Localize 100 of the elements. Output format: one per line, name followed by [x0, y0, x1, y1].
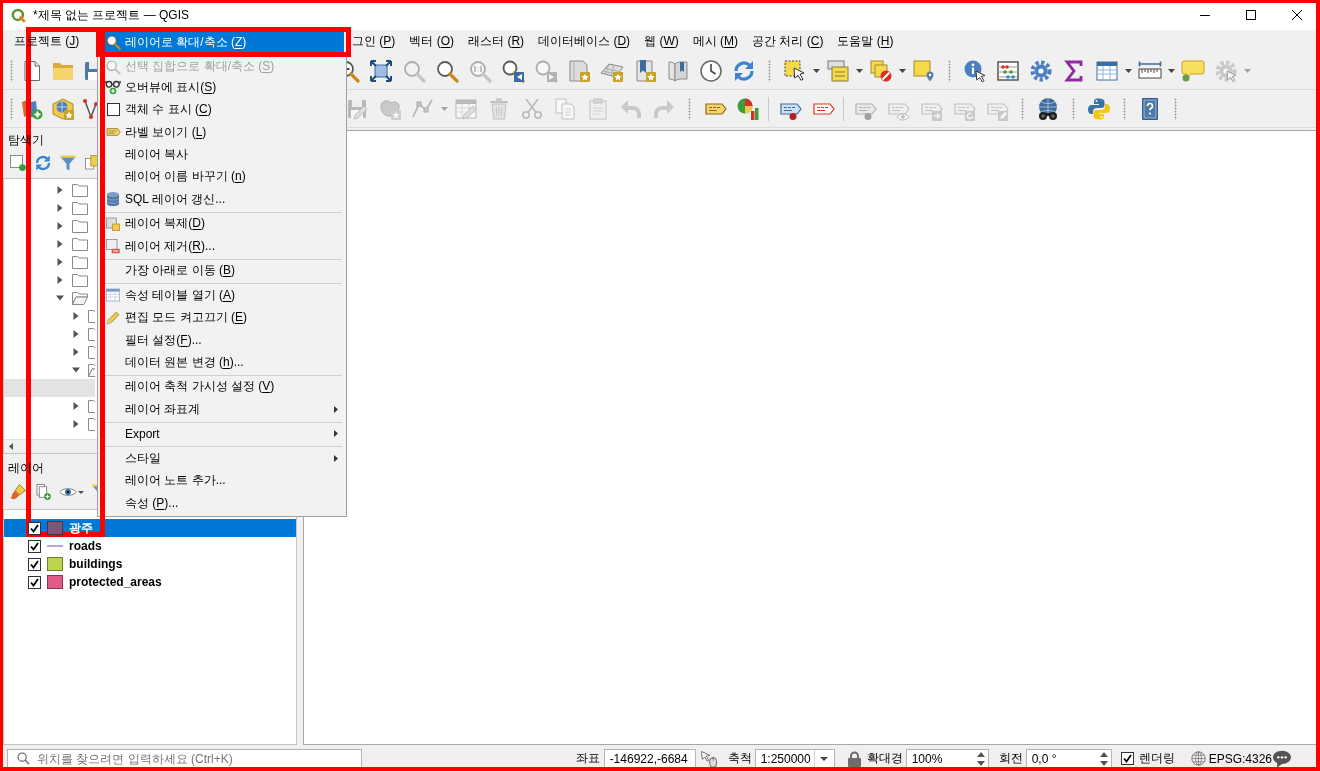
book-icon[interactable]: [665, 58, 690, 83]
clock-icon[interactable]: [698, 58, 723, 83]
add-square-icon[interactable]: [9, 154, 27, 172]
menu-item[interactable]: SQL 레이어 갱신...: [105, 188, 344, 211]
expander-arrow-icon[interactable]: [72, 366, 80, 374]
toolbar-grip[interactable]: [10, 97, 13, 120]
checkbox[interactable]: [28, 575, 41, 589]
speech-bubble-icon[interactable]: [1180, 58, 1205, 83]
square-pin-icon[interactable]: [911, 58, 936, 83]
lock-icon[interactable]: [847, 750, 861, 767]
map-sheet-icon[interactable]: [566, 58, 591, 83]
messages-icon[interactable]: [1272, 749, 1292, 768]
layer-item[interactable]: buildings: [4, 555, 123, 573]
expand-arrows-icon[interactable]: [368, 58, 393, 83]
menu-item[interactable]: 속성 (P)...: [105, 491, 344, 515]
spin-arrows-icon[interactable]: [1099, 751, 1108, 766]
menu-item[interactable]: 레이어 이름 바꾸기 (n): [105, 165, 344, 189]
menu-item[interactable]: 객체 수 표시 (C): [105, 98, 344, 121]
menu-item[interactable]: 데이터베이스 (D): [531, 32, 638, 50]
caret-icon[interactable]: [1124, 68, 1132, 73]
menu-item[interactable]: 도움말 (H): [830, 32, 901, 50]
menu-item[interactable]: 레이어 제거(R)...: [105, 235, 344, 258]
toolbar-grip[interactable]: [1071, 97, 1075, 120]
select-cursor-icon[interactable]: [782, 58, 807, 83]
toolbar-grip[interactable]: [1020, 97, 1024, 120]
checkbox[interactable]: [1120, 752, 1134, 765]
spin-arrows-icon[interactable]: [976, 751, 985, 766]
mouse-pointer-icon[interactable]: [699, 749, 718, 768]
menu-item[interactable]: 레이어 노트 추가...: [105, 469, 344, 492]
caret-icon[interactable]: [78, 490, 84, 494]
magnifier-spinbox[interactable]: 100%: [905, 748, 989, 769]
toolbar-grip[interactable]: [1173, 97, 1177, 120]
layer-item[interactable]: 광주: [4, 519, 296, 537]
menu-item[interactable]: 편집 모드 켜고끄기 (E): [105, 306, 344, 329]
scroll-left-icon[interactable]: [9, 443, 13, 450]
toolbar-grip[interactable]: [1122, 97, 1126, 120]
caret-icon[interactable]: [812, 68, 820, 73]
menu-item[interactable]: 오버뷰에 표시(S): [105, 76, 344, 99]
python-icon[interactable]: [1086, 96, 1111, 121]
menu-item[interactable]: 웹 (W): [637, 32, 686, 50]
tree-item[interactable]: [4, 379, 95, 397]
pie-chart-icon[interactable]: [735, 96, 760, 121]
add-group-icon[interactable]: [34, 483, 52, 501]
layer-item[interactable]: roads: [4, 537, 102, 555]
menu-item[interactable]: 필터 설정(F)...: [105, 328, 344, 352]
toolbar-grip[interactable]: [687, 97, 691, 120]
menu-item[interactable]: 라벨 보이기 (L): [105, 120, 344, 144]
search-field[interactable]: 위치를 찾으려면 입력하세요 (Ctrl+K): [7, 748, 362, 769]
rotation-spinbox[interactable]: 0,0 °: [1025, 748, 1112, 769]
expander-arrow-icon[interactable]: [56, 186, 64, 194]
expander-arrow-icon[interactable]: [56, 258, 64, 266]
expander-arrow-icon[interactable]: [72, 402, 80, 410]
checkbox[interactable]: [106, 103, 120, 117]
caret-icon[interactable]: [898, 68, 906, 73]
caret-icon[interactable]: [1167, 68, 1175, 73]
magnifier-back-icon[interactable]: [500, 58, 525, 83]
abacus-icon[interactable]: [995, 58, 1020, 83]
expander-arrow-icon[interactable]: [72, 420, 80, 428]
menu-item[interactable]: 레이어 축척 가시성 설정 (V): [105, 375, 344, 399]
checkbox[interactable]: [28, 557, 41, 571]
filter-icon[interactable]: [59, 154, 77, 172]
magnifier-icon[interactable]: [434, 58, 459, 83]
menu-item[interactable]: 레이어 복제(D): [105, 212, 344, 236]
expander-arrow-icon[interactable]: [56, 204, 64, 212]
menu-item[interactable]: 스타일: [105, 447, 344, 470]
toolbar-grip[interactable]: [947, 59, 951, 82]
expander-arrow-icon[interactable]: [56, 276, 64, 284]
paint-brush-icon[interactable]: [9, 483, 27, 501]
toolbar-grip[interactable]: [767, 59, 771, 82]
scale-combo[interactable]: 1:250000: [754, 748, 835, 769]
gear-icon[interactable]: [1028, 58, 1053, 83]
info-cursor-icon[interactable]: [962, 58, 987, 83]
expander-arrow-icon[interactable]: [56, 240, 64, 248]
menu-item[interactable]: 속성 테이블 열기 (A): [105, 283, 344, 307]
menu-item[interactable]: 데이터 원본 변경 (h)...: [105, 351, 344, 374]
refresh-icon[interactable]: [34, 154, 52, 172]
menu-item[interactable]: 래스터 (R): [461, 32, 532, 50]
menu-item[interactable]: 레이어 복사: [105, 143, 344, 166]
checkbox[interactable]: [28, 539, 41, 553]
refresh-icon[interactable]: [731, 58, 756, 83]
menu-item[interactable]: 공간 처리 (C): [745, 32, 831, 50]
menu-item[interactable]: 가장 아래로 이동 (B): [105, 259, 344, 282]
stacked-rectangles-icon[interactable]: [825, 58, 850, 83]
expander-arrow-icon[interactable]: [72, 348, 80, 356]
coordinate-field[interactable]: -146922,-6684: [603, 748, 696, 769]
menu-item[interactable]: 벡터 (O): [402, 32, 462, 50]
menu-item[interactable]: 메시 (M): [685, 32, 746, 50]
menu-item[interactable]: 레이어로 확대/축소 (Z): [105, 32, 344, 52]
globe-box-icon[interactable]: [51, 96, 75, 121]
table-icon[interactable]: [1094, 58, 1119, 83]
expander-arrow-icon[interactable]: [56, 222, 64, 230]
expander-arrow-icon[interactable]: [72, 330, 80, 338]
expander-arrow-icon[interactable]: [72, 312, 80, 320]
caret-icon[interactable]: [855, 68, 863, 73]
menu-item[interactable]: 그인 (P): [352, 32, 403, 50]
layer-item[interactable]: protected_areas: [4, 573, 162, 591]
menu-item[interactable]: Export: [105, 422, 344, 445]
overlapping-squares-icon[interactable]: [868, 58, 893, 83]
toolbar-grip[interactable]: [10, 59, 13, 82]
caret-icon[interactable]: [820, 756, 829, 761]
